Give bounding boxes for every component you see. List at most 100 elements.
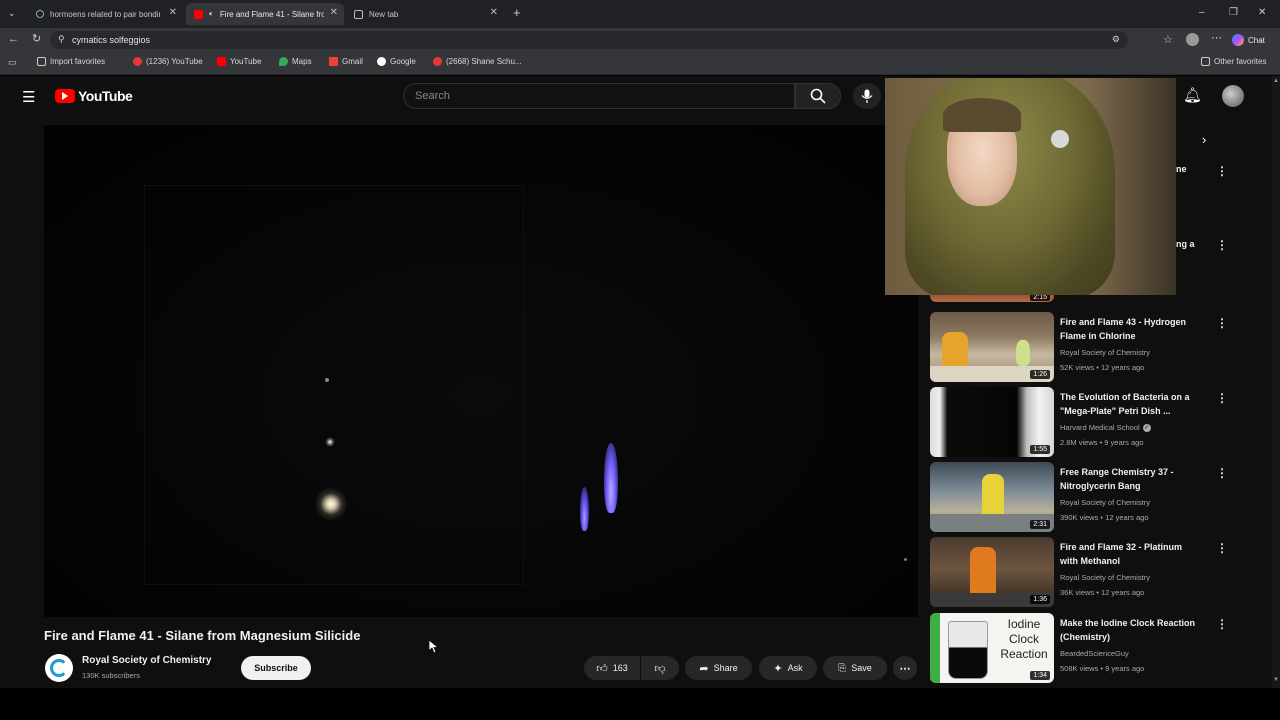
more-options-icon[interactable]: ⋮ [1216, 541, 1228, 555]
tab-actions-icon[interactable]: ▭ [8, 57, 17, 68]
beaker-image [948, 621, 988, 679]
youtube-search-button[interactable] [795, 83, 841, 109]
bookmark-shane[interactable]: (2668) Shane Schu... [433, 57, 522, 66]
recommendation-title[interactable]: The Evolution of Bacteria on a "Mega-Pla… [1060, 390, 1202, 418]
restore-window-icon[interactable]: ❐ [1229, 7, 1238, 18]
close-tab-icon[interactable]: ✕ [169, 7, 177, 18]
like-button[interactable]: 👍︎ 163 [584, 656, 640, 680]
channel-name[interactable]: Royal Society of Chemistry [82, 655, 211, 666]
close-tab-icon[interactable]: ✕ [490, 7, 498, 18]
bookmark-maps[interactable]: Maps [279, 57, 312, 66]
recommendation-item[interactable]: 1:55 The Evolution of Bacteria on a "Meg… [930, 387, 1250, 459]
like-count: 163 [612, 663, 628, 673]
video-player[interactable] [44, 125, 918, 617]
voice-search-button[interactable] [853, 83, 881, 109]
video-thumbnail[interactable]: 1:36 [930, 537, 1054, 607]
channel-avatar[interactable] [45, 654, 73, 682]
video-thumbnail[interactable]: 2:31 [930, 462, 1054, 532]
recommendation-item[interactable]: 1:36 Fire and Flame 32 - Platinum with M… [930, 537, 1250, 609]
recommendation-title[interactable]: Fire and Flame 32 - Platinum with Methan… [1060, 540, 1202, 568]
faint-spark [325, 378, 329, 382]
maps-pin-icon [279, 57, 288, 66]
recommendation-item[interactable]: 2:31 Free Range Chemistry 37 - Nitroglyc… [930, 462, 1250, 534]
more-options-icon[interactable]: ⋮ [1216, 238, 1228, 252]
close-window-icon[interactable]: ✕ [1258, 7, 1266, 18]
account-avatar[interactable] [1222, 85, 1244, 107]
bookmark-other-favorites[interactable]: Other favorites [1201, 57, 1266, 66]
tab-new-tab[interactable]: New tab ✕ [346, 3, 504, 25]
audio-playing-icon[interactable]: 🔈︎ [209, 9, 214, 19]
ask-button[interactable]: ✦ Ask [759, 656, 817, 680]
more-actions-button[interactable]: ⋯ [893, 656, 917, 680]
address-bar[interactable]: ⚲ cymatics solfeggios ⚙︎ [50, 31, 1128, 49]
recommendation-title[interactable]: Make the Iodine Clock Reaction (Chemistr… [1060, 616, 1202, 644]
recommendation-channel[interactable]: Royal Society of Chemistry [1060, 573, 1150, 582]
profile-avatar[interactable] [1186, 33, 1199, 46]
page-scrollbar[interactable]: ▲ ▼ [1272, 76, 1280, 688]
dislike-button[interactable]: 👎︎ [641, 656, 679, 680]
more-options-icon[interactable]: ⋮ [1216, 466, 1228, 480]
recommendation-channel[interactable]: Royal Society of Chemistry [1060, 498, 1150, 507]
verified-check-icon: ✓ [1142, 423, 1151, 432]
more-options-icon[interactable]: ⋮ [1216, 617, 1228, 631]
search-icon: ⚲ [58, 34, 65, 44]
bookmark-google[interactable]: Google [377, 57, 416, 66]
recommendation-item[interactable]: 1:26 Fire and Flame 43 - Hydrogen Flame … [930, 312, 1250, 384]
share-arrow-icon: ➦ [699, 662, 709, 675]
browser-menu-icon[interactable]: ⋯ [1211, 31, 1222, 44]
close-tab-icon[interactable]: ✕ [330, 7, 338, 18]
bookmark-label: YouTube [230, 57, 262, 66]
google-icon [377, 57, 386, 66]
video-thumbnail[interactable]: Iodine Clock Reaction 1:34 [930, 613, 1054, 683]
new-tab-plus-icon[interactable]: + [513, 5, 521, 20]
bookmark-import-favorites[interactable]: Import favorites [37, 57, 105, 66]
tab-label: Fire and Flame 41 - Silane fro [219, 9, 324, 19]
more-options-icon[interactable]: ⋮ [1216, 391, 1228, 405]
save-button[interactable]: ⎘ Save [823, 656, 887, 680]
recommendation-channel[interactable]: BeardedScienceGuy [1060, 649, 1129, 658]
tab-hormones[interactable]: hormoens related to pair bonding ✕ [28, 3, 183, 25]
more-options-icon[interactable]: ⋮ [1216, 164, 1228, 178]
video-thumbnail[interactable]: 1:55 [930, 387, 1054, 457]
tab-fire-and-flame[interactable]: 🔈︎ Fire and Flame 41 - Silane fro ✕ [186, 3, 344, 25]
page-settings-icon[interactable]: ⚙︎ [1112, 34, 1120, 45]
chips-next-chevron-icon[interactable]: › [1202, 132, 1206, 147]
bookmark-youtube[interactable]: YouTube [217, 57, 261, 66]
microphone-icon [861, 89, 873, 103]
more-options-icon[interactable]: ⋮ [1216, 316, 1228, 330]
youtube-favicon-icon [194, 9, 203, 19]
scroll-up-arrow-icon[interactable]: ▲ [1273, 78, 1279, 84]
video-title: Fire and Flame 41 - Silane from Magnesiu… [44, 628, 361, 643]
favorites-star-icon[interactable]: ☆ [1163, 33, 1173, 46]
minimize-window-icon[interactable]: – [1199, 7, 1205, 18]
headset-icon [1051, 130, 1069, 148]
tab-list-chevron-icon[interactable]: ⌄ [8, 8, 16, 19]
reload-icon[interactable]: ↻ [32, 32, 41, 45]
save-label: Save [851, 663, 872, 673]
bookmark-label: Import favorites [50, 57, 106, 66]
duration-badge: 1:36 [1030, 595, 1050, 604]
hamburger-menu-icon[interactable]: ☰ [22, 88, 35, 106]
video-thumbnail[interactable]: 1:26 [930, 312, 1054, 382]
youtube-logo[interactable]: YouTube [55, 88, 133, 104]
back-arrow-icon[interactable]: ← [8, 33, 19, 45]
recommendation-channel[interactable]: Harvard Medical School ✓ [1060, 423, 1151, 432]
bookmark-label: Google [390, 57, 416, 66]
notifications-bell-icon[interactable]: 🔔︎ [1183, 86, 1202, 104]
recommendation-title[interactable]: Free Range Chemistry 37 - Nitroglycerin … [1060, 465, 1202, 493]
youtube-search-input[interactable]: Search [403, 83, 795, 109]
recommendation-item[interactable]: Iodine Clock Reaction 1:34 Make the Iodi… [930, 613, 1250, 685]
subscribe-button[interactable]: Subscribe [241, 656, 311, 680]
bookmark-youtube-1236[interactable]: (1236) YouTube [133, 57, 203, 66]
copilot-chat-button[interactable]: Chat [1232, 31, 1276, 49]
recommendation-title[interactable]: Fire and Flame 43 - Hydrogen Flame in Ch… [1060, 315, 1202, 343]
recommendation-channel[interactable]: Royal Society of Chemistry [1060, 348, 1150, 357]
bookmark-gmail[interactable]: Gmail [329, 57, 363, 66]
flask [1016, 340, 1030, 366]
search-placeholder: Search [415, 90, 450, 102]
new-tab-favicon-icon [354, 9, 363, 19]
sparkle-icon: ✦ [773, 662, 783, 675]
share-button[interactable]: ➦ Share [685, 656, 752, 680]
glowing-spark [314, 487, 348, 521]
scroll-down-arrow-icon[interactable]: ▼ [1273, 677, 1279, 683]
